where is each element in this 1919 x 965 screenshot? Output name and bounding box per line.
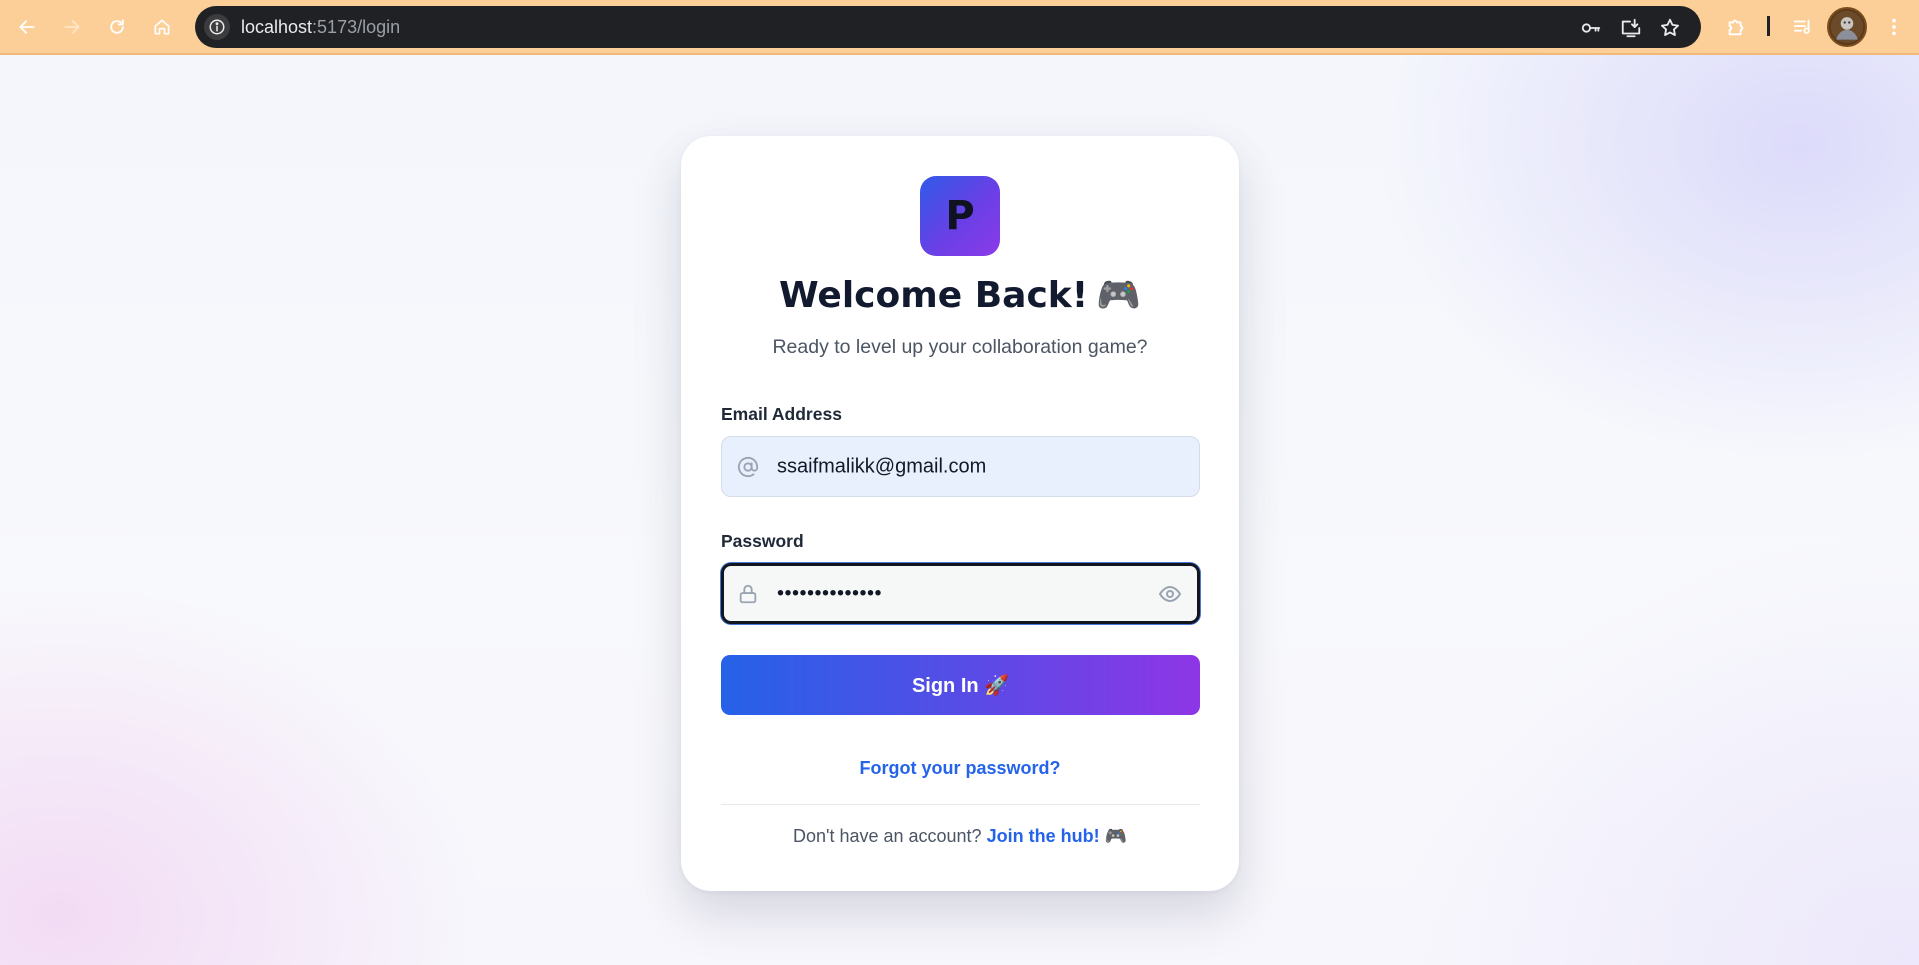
toolbar-divider bbox=[1767, 16, 1770, 36]
divider bbox=[721, 804, 1200, 805]
forward-arrow-icon[interactable] bbox=[59, 14, 85, 40]
app-logo: P bbox=[920, 176, 1000, 256]
star-icon[interactable] bbox=[1658, 16, 1682, 40]
password-label: Password bbox=[721, 531, 804, 551]
back-arrow-icon[interactable] bbox=[14, 14, 40, 40]
signup-prompt-text: Don't have an account? bbox=[793, 826, 982, 846]
home-icon[interactable] bbox=[149, 14, 175, 40]
profile-avatar[interactable] bbox=[1827, 7, 1867, 47]
lock-icon bbox=[736, 582, 760, 606]
login-card: P Welcome Back! 🎮 Ready to level up your … bbox=[681, 136, 1239, 891]
login-page: P Welcome Back! 🎮 Ready to level up your … bbox=[0, 55, 1919, 965]
url-text: localhost:5173/login bbox=[241, 17, 401, 37]
title-text: Welcome Back! bbox=[779, 275, 1089, 316]
gamepad-emoji: 🎮 bbox=[1096, 275, 1141, 316]
kebab-menu-icon[interactable] bbox=[1881, 14, 1907, 40]
at-sign-icon bbox=[736, 455, 760, 479]
password-value: •••••••••••••• bbox=[777, 582, 883, 604]
eye-icon[interactable] bbox=[1157, 581, 1183, 607]
email-value: ssaifmalikk@gmail.com bbox=[777, 455, 987, 477]
reload-icon[interactable] bbox=[104, 14, 130, 40]
page-subtitle: Ready to level up your collaboration gam… bbox=[772, 336, 1148, 358]
info-icon[interactable] bbox=[204, 14, 230, 40]
password-field[interactable]: •••••••••••••• bbox=[721, 563, 1200, 624]
install-app-icon[interactable] bbox=[1619, 16, 1643, 40]
join-hub-link[interactable]: Join the hub! 🎮 bbox=[987, 826, 1127, 846]
media-controls-icon[interactable] bbox=[1790, 14, 1816, 40]
email-field[interactable]: ssaifmalikk@gmail.com bbox=[721, 436, 1200, 497]
key-icon[interactable] bbox=[1579, 16, 1603, 40]
forgot-password-link[interactable]: Forgot your password? bbox=[681, 758, 1239, 779]
address-bar[interactable]: localhost:5173/login bbox=[195, 6, 1701, 48]
signup-prompt: Don't have an account? Join the hub! 🎮 bbox=[681, 826, 1239, 847]
puzzle-icon[interactable] bbox=[1723, 14, 1749, 40]
browser-toolbar: localhost:5173/login bbox=[0, 0, 1919, 55]
page-title: Welcome Back! 🎮 bbox=[681, 274, 1239, 316]
logo-letter: P bbox=[945, 193, 975, 239]
email-label: Email Address bbox=[721, 404, 842, 424]
sign-in-button[interactable]: Sign In 🚀 bbox=[721, 655, 1200, 715]
